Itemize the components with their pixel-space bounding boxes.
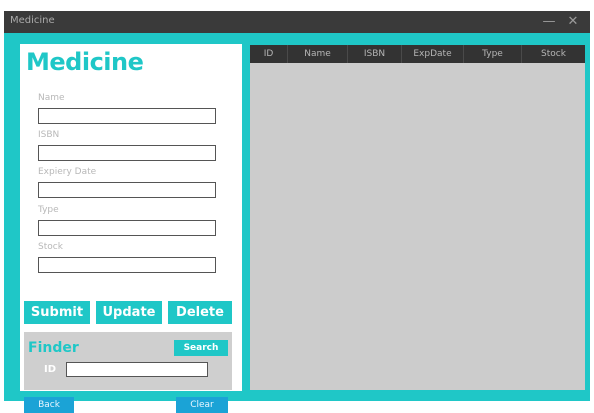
finder-title: Finder — [28, 340, 79, 356]
finder-id-label: ID — [44, 364, 57, 375]
column-header-stock[interactable]: Stock — [522, 45, 585, 63]
column-header-id[interactable]: ID — [250, 45, 288, 63]
title-bar[interactable]: Medicine — ✕ — [4, 11, 590, 33]
clear-button[interactable]: Clear — [176, 397, 228, 413]
stock-input[interactable] — [38, 257, 216, 273]
column-header-type[interactable]: Type — [464, 45, 522, 63]
column-header-name[interactable]: Name — [288, 45, 348, 63]
column-header-expdate[interactable]: ExpDate — [402, 45, 464, 63]
column-header-isbn[interactable]: ISBN — [348, 45, 402, 63]
isbn-label: ISBN — [38, 130, 60, 140]
window-title: Medicine — [10, 15, 55, 26]
minimize-icon[interactable]: — — [538, 13, 560, 31]
medicine-form-panel: Medicine Name ISBN Expiery Date Type Sto… — [20, 44, 242, 413]
submit-button[interactable]: Submit — [24, 301, 90, 324]
type-label: Type — [38, 205, 59, 215]
delete-button[interactable]: Delete — [168, 301, 232, 324]
update-button[interactable]: Update — [96, 301, 162, 324]
stock-label: Stock — [38, 242, 63, 252]
name-label: Name — [38, 93, 65, 103]
close-icon[interactable]: ✕ — [562, 13, 584, 31]
type-input[interactable] — [38, 220, 216, 236]
table-header: ID Name ISBN ExpDate Type Stock — [250, 45, 585, 63]
name-input[interactable] — [38, 108, 216, 124]
form-heading: Medicine — [26, 48, 144, 76]
back-button[interactable]: Back — [24, 397, 74, 413]
medicine-table[interactable]: ID Name ISBN ExpDate Type Stock — [250, 45, 585, 390]
search-button[interactable]: Search — [174, 340, 228, 356]
expiry-date-input[interactable] — [38, 182, 216, 198]
app-window: Medicine — ✕ Medicine Name ISBN Expiery … — [4, 11, 590, 413]
finder-id-input[interactable] — [66, 362, 208, 377]
finder-section: Finder Search ID — [24, 332, 232, 390]
expiry-date-label: Expiery Date — [38, 167, 97, 177]
isbn-input[interactable] — [38, 145, 216, 161]
